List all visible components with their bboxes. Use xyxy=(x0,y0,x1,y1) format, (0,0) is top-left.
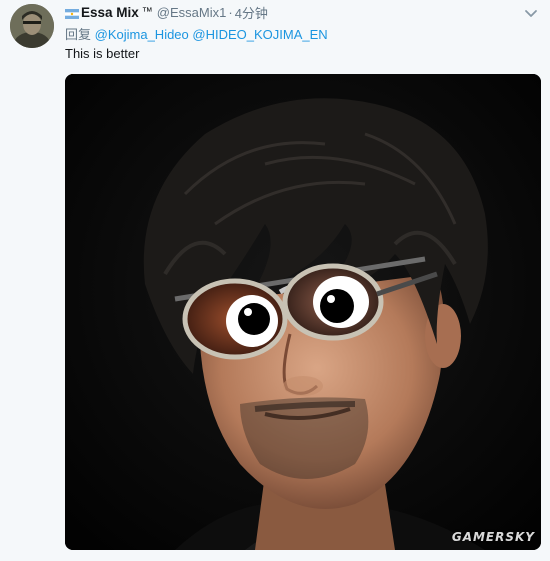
separator-dot: · xyxy=(228,4,233,20)
tweet-header: Essa Mix ™ @EssaMix1 · 4分钟 xyxy=(65,3,268,21)
watermark-text: GAMERSKY xyxy=(451,530,535,544)
trademark-symbol: ™ xyxy=(141,6,153,18)
mention-link[interactable]: @Kojima_Hideo xyxy=(95,27,189,42)
avatar-image xyxy=(10,4,54,48)
tweet-text: This is better xyxy=(65,46,140,61)
portrait-illustration xyxy=(65,74,541,550)
mention-link[interactable]: @HIDEO_KOJIMA_EN xyxy=(192,27,327,42)
reply-prefix: 回复 xyxy=(65,27,92,42)
user-handle[interactable]: @EssaMix1 xyxy=(157,5,227,20)
timestamp[interactable]: 4分钟 xyxy=(235,3,268,22)
tweet-media-image[interactable]: GAMERSKY xyxy=(65,74,541,550)
avatar[interactable] xyxy=(10,4,54,48)
display-name[interactable]: Essa Mix xyxy=(81,5,139,20)
argentina-flag-icon xyxy=(65,7,79,19)
tweet-card[interactable]: Essa Mix ™ @EssaMix1 · 4分钟 回复 @Kojima_Hi… xyxy=(0,0,550,561)
chevron-down-icon[interactable] xyxy=(524,6,538,17)
reply-context: 回复 @Kojima_Hideo @HIDEO_KOJIMA_EN xyxy=(65,24,328,43)
